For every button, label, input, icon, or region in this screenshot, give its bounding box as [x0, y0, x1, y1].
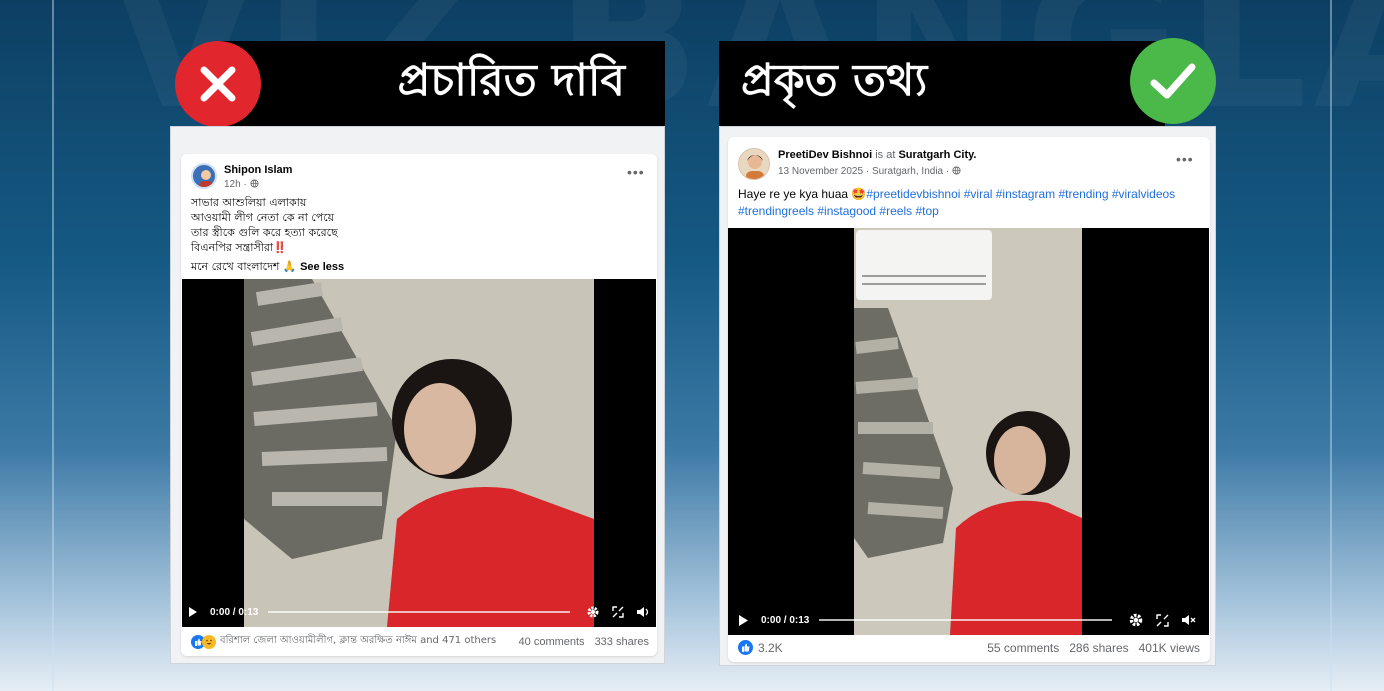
- avatar-person-icon: [199, 170, 213, 187]
- caption-line: আওয়ামী লীগ নেতা কে না পেয়ে: [191, 211, 335, 224]
- settings-icon[interactable]: [1128, 612, 1144, 628]
- avatar[interactable]: [191, 163, 217, 189]
- more-options-icon[interactable]: •••: [1176, 151, 1194, 167]
- video-frame: [854, 228, 1082, 635]
- caption-line: বিএনপির সন্ত্রাসীরা‼️: [191, 241, 287, 254]
- claim-facebook-post: Shipon Islam 12h · ••• সাভার আশুলিয়া এল…: [181, 154, 657, 656]
- claim-title: প্রচারিত দাবি: [397, 55, 625, 106]
- left-border-line: [52, 0, 54, 691]
- shares-count[interactable]: 333 shares: [595, 636, 649, 648]
- post-date: 13 November 2025 · Suratgarh, India ·: [778, 166, 952, 177]
- is-at-text: is at: [872, 149, 899, 161]
- reactions-summary[interactable]: বরিশাল জেলা আওয়ামীলীগ, ক্লান্ত অরক্ষিত …: [220, 633, 509, 650]
- caption-line: সাভার আশুলিয়া এলাকায়: [191, 196, 307, 209]
- post-author[interactable]: Shipon Islam: [224, 164, 292, 176]
- claim-screenshot-card: Shipon Islam 12h · ••• সাভার আশুলিয়া এল…: [170, 126, 665, 664]
- video-progress-bar[interactable]: [268, 611, 570, 613]
- post-author-line: PreetiDev Bishnoi is at Suratgarh City.: [778, 149, 976, 161]
- play-icon[interactable]: [188, 606, 198, 618]
- views-count: 401K views: [1138, 640, 1200, 655]
- false-badge: [175, 41, 261, 127]
- fullscreen-icon[interactable]: [1156, 613, 1169, 627]
- fact-banner: প্রকৃত তথ্য: [719, 41, 1165, 126]
- haha-icon: [202, 634, 216, 649]
- play-icon[interactable]: [738, 614, 749, 627]
- settings-icon[interactable]: [586, 605, 600, 619]
- globe-icon: [952, 166, 961, 175]
- like-icon: [738, 640, 753, 655]
- mute-icon[interactable]: [1181, 614, 1197, 626]
- globe-icon: [250, 179, 259, 188]
- post-footer: 3.2K 55 comments 286 shares 401K views: [738, 640, 1200, 655]
- fullscreen-icon[interactable]: [612, 606, 624, 618]
- check-icon: [1150, 63, 1196, 99]
- video-time: 0:00 / 0:13: [761, 614, 810, 626]
- avatar-person-icon: [739, 149, 769, 179]
- post-location[interactable]: Suratgarh City.: [898, 149, 976, 161]
- claim-banner: প্রচারিত দাবি: [220, 41, 665, 126]
- post-caption: সাভার আশুলিয়া এলাকায় আওয়ামী লীগ নেতা …: [191, 195, 344, 275]
- post-caption: Haye re ye kya huaa 🤩#preetidevbishnoi #…: [738, 186, 1203, 220]
- hashtags[interactable]: #trendingreels #instagood #reels #top: [738, 204, 939, 218]
- comments-count[interactable]: 40 comments: [519, 636, 585, 648]
- video-time: 0:00 / 0:13: [210, 606, 259, 618]
- shares-count[interactable]: 286 shares: [1069, 641, 1128, 655]
- fact-title: প্রকৃত তথ্য: [741, 55, 928, 106]
- comments-count[interactable]: 55 comments: [987, 641, 1059, 655]
- post-meta: 12h ·: [224, 179, 259, 190]
- video-progress-bar[interactable]: [819, 619, 1112, 621]
- see-less-link[interactable]: See less: [300, 261, 344, 273]
- caption-text: Haye re ye kya huaa 🤩: [738, 187, 867, 201]
- true-badge: [1130, 38, 1216, 124]
- likes-count[interactable]: 3.2K: [758, 641, 977, 655]
- caption-line: তার স্ত্রীকে গুলি করে হত্যা করেছে: [191, 226, 338, 239]
- caption-text: মনে রেখে বাংলাদেশ 🙏: [191, 260, 297, 273]
- hashtags[interactable]: #preetidevbishnoi #viral #instagram #tre…: [866, 187, 1175, 201]
- post-meta: 13 November 2025 · Suratgarh, India ·: [778, 166, 961, 177]
- video-frame: [244, 279, 594, 627]
- cross-icon: [200, 66, 236, 102]
- avatar[interactable]: [738, 148, 770, 180]
- post-author[interactable]: PreetiDev Bishnoi: [778, 149, 872, 161]
- post-footer: বরিশাল জেলা আওয়ামীলীগ, ক্লান্ত অরক্ষিত …: [191, 633, 649, 650]
- video-player[interactable]: 0:00 / 0:13: [182, 279, 656, 627]
- caption-line-last: মনে রেখে বাংলাদেশ 🙏 See less: [191, 259, 344, 275]
- video-controls: 0:00 / 0:13: [728, 605, 1209, 635]
- post-time: 12h ·: [224, 179, 250, 190]
- video-player[interactable]: 0:00 / 0:13: [728, 228, 1209, 635]
- video-controls: 0:00 / 0:13: [182, 597, 656, 627]
- volume-icon[interactable]: [636, 606, 650, 618]
- right-border-line: [1330, 0, 1332, 691]
- more-options-icon[interactable]: •••: [627, 164, 645, 180]
- fact-screenshot-card: PreetiDev Bishnoi is at Suratgarh City. …: [719, 126, 1216, 666]
- fact-facebook-post: PreetiDev Bishnoi is at Suratgarh City. …: [728, 137, 1210, 662]
